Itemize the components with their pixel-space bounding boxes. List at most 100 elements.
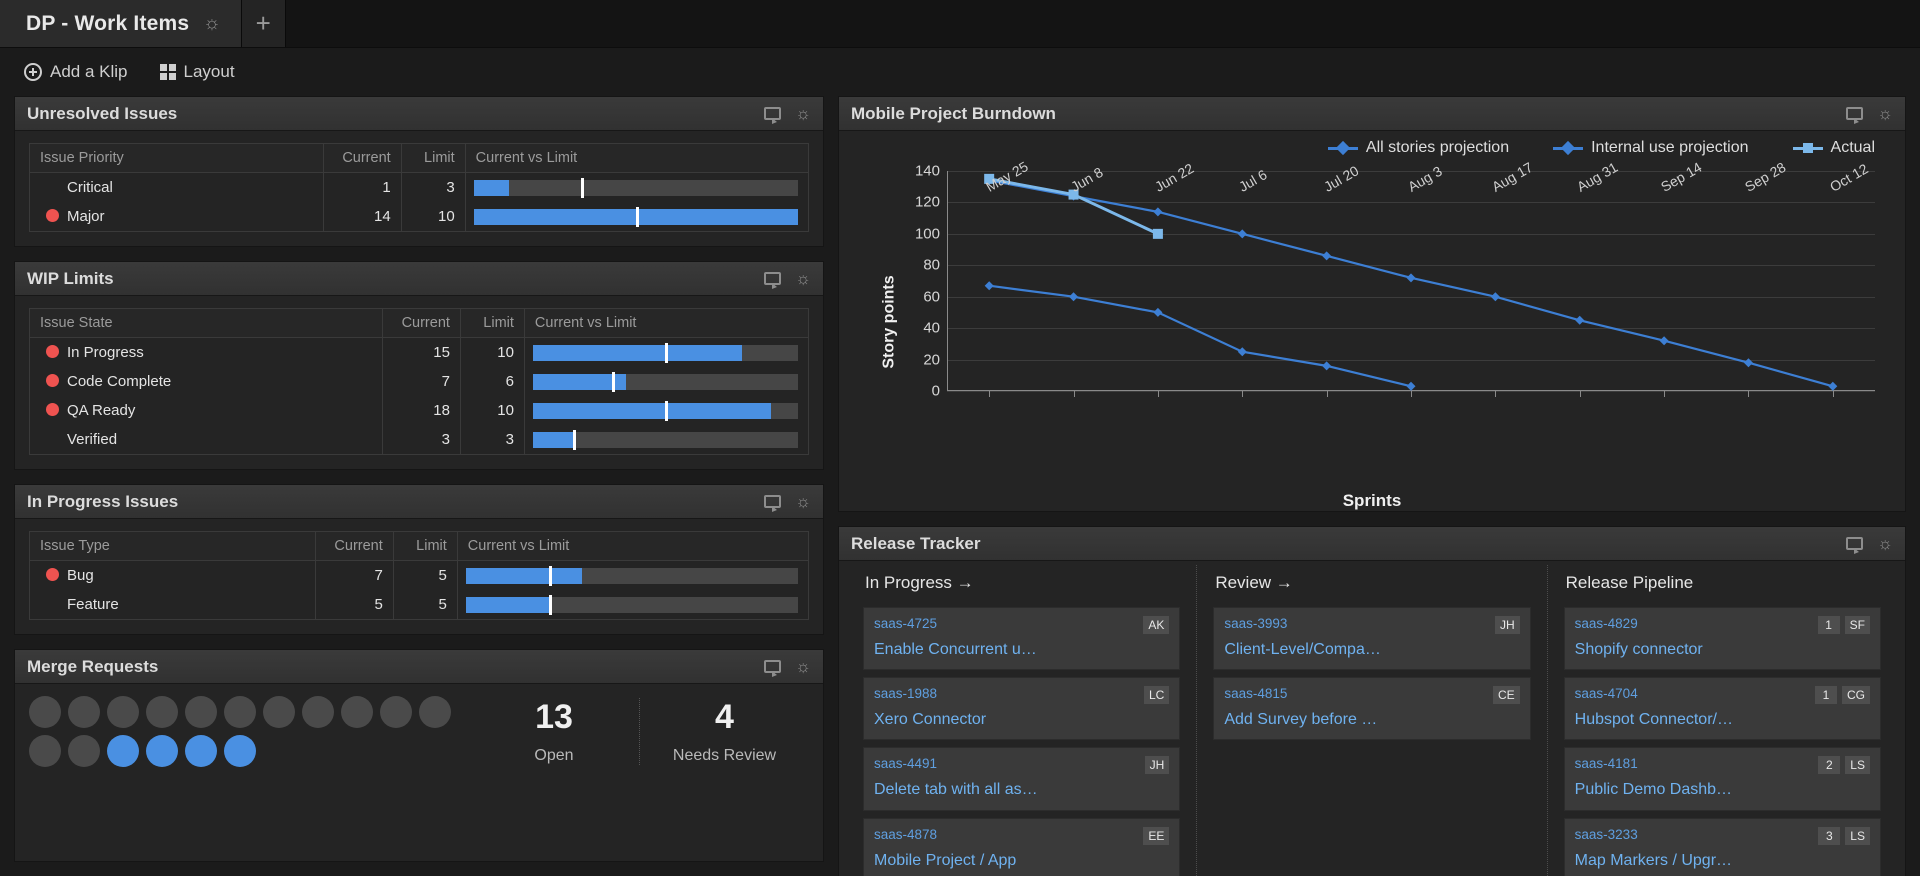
alert-dot-icon xyxy=(46,345,59,358)
klip-tools: ☼ xyxy=(764,493,811,510)
tab-label: DP - Work Items xyxy=(26,12,189,36)
card-title: Client-Level/Compa… xyxy=(1224,640,1519,659)
table-header-row: Issue Type Current Limit Current vs Limi… xyxy=(30,532,809,561)
wip-limits-table: Issue State Current Limit Current vs Lim… xyxy=(29,308,809,455)
klip-tools: ☼ xyxy=(1846,535,1893,552)
release-card[interactable]: saas-3993JHClient-Level/Compa… xyxy=(1213,607,1530,670)
row-current: 18 xyxy=(382,396,460,425)
col-header: Current xyxy=(323,144,401,173)
merge-request-dot xyxy=(107,735,139,767)
comment-icon[interactable] xyxy=(764,272,781,285)
card-chip: CG xyxy=(1842,686,1870,704)
klip-unresolved-issues: Unresolved Issues ☼ Issue Priority Curre… xyxy=(14,96,824,247)
chart-y-axis-label: Story points xyxy=(881,275,899,368)
chart-y-tick: 20 xyxy=(923,351,947,368)
klip-header: WIP Limits ☼ xyxy=(15,262,823,296)
comment-icon[interactable] xyxy=(1846,107,1863,120)
gear-icon[interactable]: ☼ xyxy=(1877,535,1893,552)
release-column: In Progress →saas-4725AKEnable Concurren… xyxy=(847,565,1197,876)
add-klip-label: Add a Klip xyxy=(50,62,128,82)
comment-icon[interactable] xyxy=(764,660,781,673)
card-chip: 2 xyxy=(1818,756,1840,774)
alert-dot-icon xyxy=(46,180,59,193)
gear-icon[interactable]: ☼ xyxy=(795,658,811,675)
circle-plus-icon xyxy=(24,63,42,81)
card-key: saas-4704 xyxy=(1575,686,1810,701)
legend-item[interactable]: Actual xyxy=(1793,139,1875,157)
tab-dp-work-items[interactable]: DP - Work Items ☼ xyxy=(0,0,242,47)
row-label: Code Complete xyxy=(30,367,383,396)
merge-request-dot xyxy=(68,696,100,728)
tab-bar: DP - Work Items ☼ + xyxy=(0,0,1920,48)
gear-icon[interactable]: ☼ xyxy=(203,14,220,33)
release-card[interactable]: saas-41812LSPublic Demo Dashb… xyxy=(1564,747,1881,810)
row-bullet-chart xyxy=(524,367,808,396)
row-limit: 3 xyxy=(460,425,524,455)
col-header: Limit xyxy=(401,144,465,173)
chart-x-tickmark xyxy=(1664,391,1665,397)
release-card[interactable]: saas-47041CGHubspot Connector/… xyxy=(1564,677,1881,740)
add-klip-button[interactable]: Add a Klip xyxy=(24,62,128,82)
table-header-row: Issue State Current Limit Current vs Lim… xyxy=(30,309,809,338)
table-row: Code Complete76 xyxy=(30,367,809,396)
release-card[interactable]: saas-48291SFShopify connector xyxy=(1564,607,1881,670)
toolbar: Add a Klip Layout xyxy=(0,48,1920,96)
card-key: saas-4491 xyxy=(874,756,1140,771)
row-bullet-chart xyxy=(457,590,808,620)
merge-request-dot xyxy=(380,696,412,728)
card-title: Map Markers / Upgr… xyxy=(1575,851,1870,870)
klip-tools: ☼ xyxy=(764,658,811,675)
bullet-track xyxy=(474,180,798,196)
row-label: Bug xyxy=(30,561,316,591)
bullet-track xyxy=(474,209,798,225)
release-card[interactable]: saas-4878EEMobile Project / App xyxy=(863,818,1180,876)
release-card[interactable]: saas-1988LCXero Connector xyxy=(863,677,1180,740)
legend-item[interactable]: Internal use projection xyxy=(1553,139,1748,157)
gear-icon[interactable]: ☼ xyxy=(795,270,811,287)
col-header: Issue Type xyxy=(30,532,316,561)
merge-request-stat: 13Open xyxy=(469,698,639,765)
merge-request-dot xyxy=(146,735,178,767)
stat-value: 4 xyxy=(640,698,809,737)
card-key: saas-4181 xyxy=(1575,756,1814,771)
klip-mobile-project-burndown: Mobile Project Burndown ☼ All stories pr… xyxy=(838,96,1906,512)
card-key: saas-3993 xyxy=(1224,616,1490,631)
legend-item[interactable]: All stories projection xyxy=(1328,139,1509,157)
release-card[interactable]: saas-4815CEAdd Survey before … xyxy=(1213,677,1530,740)
merge-request-stat: 4Needs Review xyxy=(639,698,809,765)
layout-button[interactable]: Layout xyxy=(160,62,235,82)
card-top: saas-4815CE xyxy=(1224,686,1519,704)
col-header: Limit xyxy=(460,309,524,338)
release-card[interactable]: saas-4725AKEnable Concurrent u… xyxy=(863,607,1180,670)
card-chip: SF xyxy=(1845,616,1870,634)
chart-y-tick: 80 xyxy=(923,257,947,274)
card-top: saas-4725AK xyxy=(874,616,1169,634)
merge-request-stats: 13Open4Needs Review xyxy=(469,698,809,765)
klip-header: In Progress Issues ☼ xyxy=(15,485,823,519)
klip-body: Issue Priority Current Limit Current vs … xyxy=(15,131,823,246)
release-card[interactable]: saas-32333LSMap Markers / Upgr… xyxy=(1564,818,1881,876)
row-bullet-chart xyxy=(524,338,808,368)
card-chip: AK xyxy=(1143,616,1169,634)
row-limit: 5 xyxy=(393,561,457,591)
in-progress-issues-table: Issue Type Current Limit Current vs Limi… xyxy=(29,531,809,620)
chart-legend: All stories projection Internal use proje… xyxy=(839,131,1905,157)
gear-icon[interactable]: ☼ xyxy=(795,493,811,510)
release-column-title: Release Pipeline xyxy=(1566,573,1881,593)
bullet-track xyxy=(533,403,798,419)
klip-body: All stories projection Internal use proje… xyxy=(839,131,1905,511)
card-chip: 3 xyxy=(1818,827,1840,845)
col-header: Current xyxy=(382,309,460,338)
card-chip: JH xyxy=(1145,756,1170,774)
comment-icon[interactable] xyxy=(764,107,781,120)
add-tab-button[interactable]: + xyxy=(242,0,286,47)
gear-icon[interactable]: ☼ xyxy=(795,105,811,122)
col-header: Current vs Limit xyxy=(465,144,808,173)
gear-icon[interactable]: ☼ xyxy=(1877,105,1893,122)
merge-request-dot xyxy=(185,696,217,728)
chart-y-tick: 120 xyxy=(915,194,947,211)
release-card[interactable]: saas-4491JHDelete tab with all as… xyxy=(863,747,1180,810)
bullet-fill xyxy=(466,597,549,613)
comment-icon[interactable] xyxy=(764,495,781,508)
comment-icon[interactable] xyxy=(1846,537,1863,550)
